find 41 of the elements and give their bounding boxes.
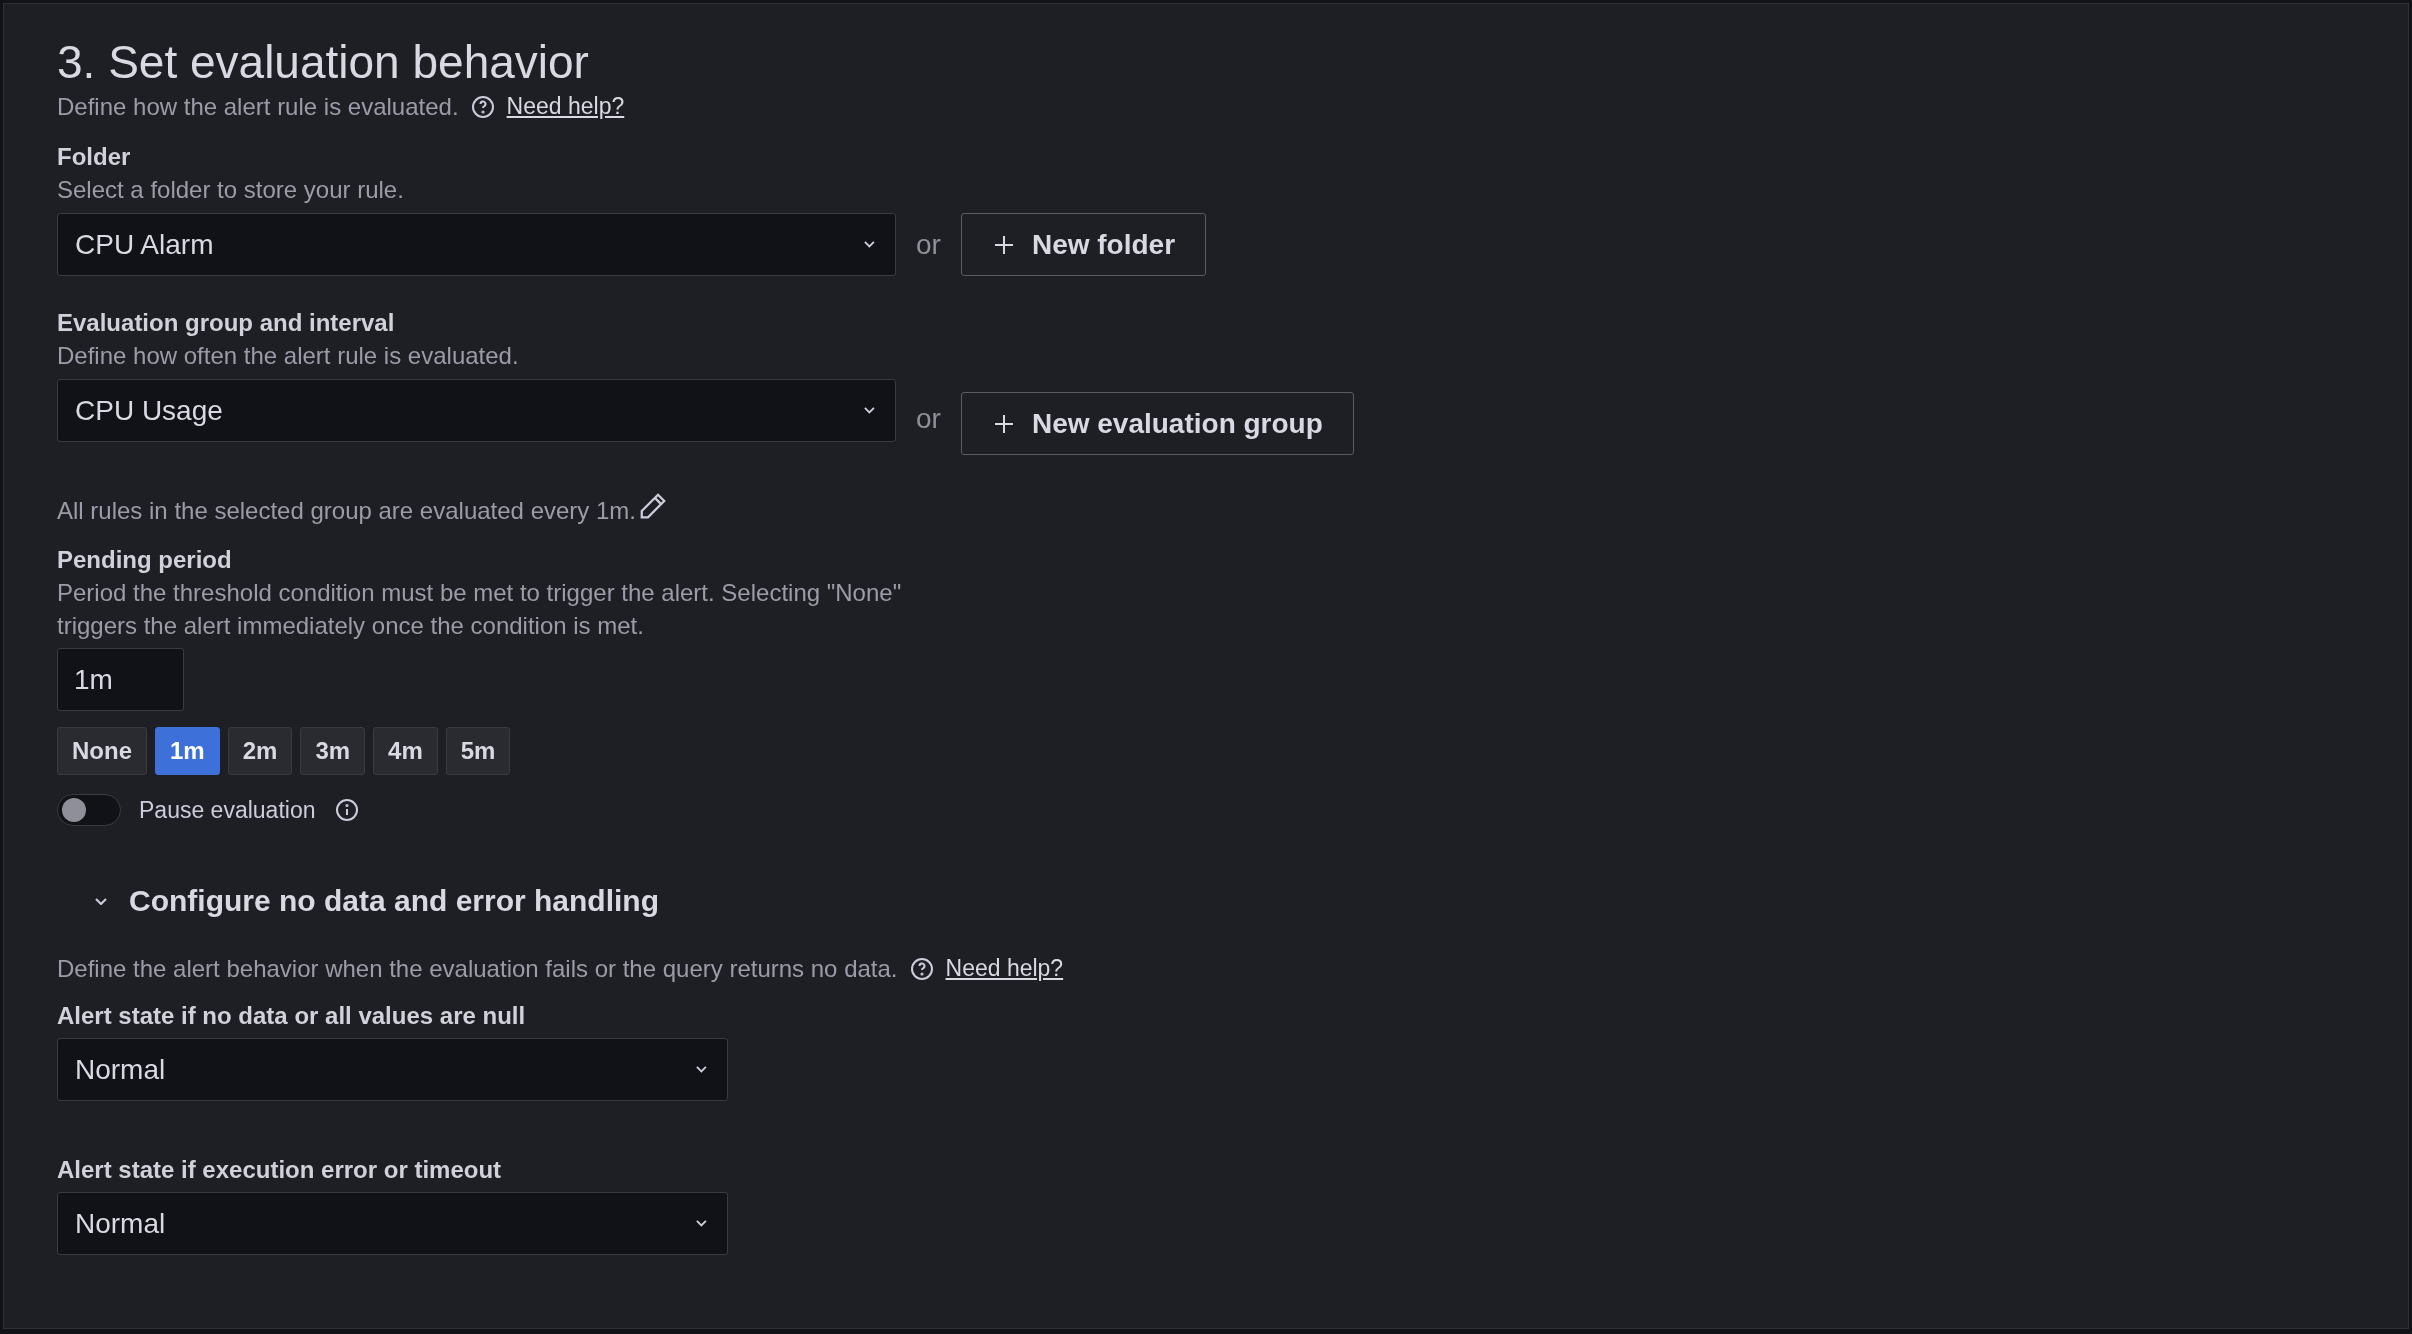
folder-select[interactable]: CPU Alarm bbox=[57, 213, 896, 276]
alert-state-label: Alert state if no data or all values are null bbox=[57, 1001, 527, 1031]
pending-period-option[interactable]: None bbox=[57, 727, 147, 775]
alert-state-select[interactable]: Normal bbox=[57, 1038, 728, 1101]
pause-evaluation-label: Pause evaluation bbox=[139, 796, 316, 824]
alert-state-select[interactable]: Normal bbox=[57, 1192, 728, 1255]
chevron-down-icon bbox=[864, 241, 875, 248]
pending-period-option[interactable]: 5m bbox=[445, 727, 511, 775]
pending-period-label: Pending period bbox=[57, 545, 233, 575]
new-folder-button[interactable]: New folder bbox=[960, 213, 1207, 276]
pending-period-option[interactable]: 3m bbox=[300, 727, 366, 775]
interval-note: All rules in the selected group are evaluated every 1m. bbox=[57, 496, 636, 526]
no-data-description: Define the alert behavior when the evaluation fails or the query returns no data. bbox=[57, 954, 898, 984]
chevron-down-icon bbox=[864, 407, 875, 414]
or-text: or bbox=[916, 403, 941, 435]
alert-state-label: Alert state if execution error or timeout bbox=[57, 1155, 503, 1185]
pending-period-input[interactable]: 1m bbox=[57, 648, 184, 711]
pause-evaluation-toggle[interactable] bbox=[57, 794, 121, 826]
folder-description: Select a folder to store your rule. bbox=[57, 175, 405, 205]
evaluation-group-description: Define how often the alert rule is evaluated. bbox=[57, 341, 520, 371]
chevron-down-icon bbox=[696, 1066, 707, 1073]
evaluation-group-label: Evaluation group and interval bbox=[57, 308, 396, 338]
section-toggle[interactable]: Configure no data and error handling bbox=[57, 884, 659, 918]
section-title: 3. Set evaluation behavior bbox=[57, 35, 590, 90]
or-text: or bbox=[916, 228, 941, 261]
help-icon bbox=[470, 94, 495, 119]
pending-period-option[interactable]: 4m bbox=[373, 727, 438, 775]
help-link[interactable]: Need help? bbox=[945, 955, 1064, 982]
new-evaluation-group-button[interactable]: New evaluation group bbox=[960, 392, 1354, 455]
section-description: Define how the alert rule is evaluated. bbox=[57, 92, 459, 122]
help-icon bbox=[909, 956, 934, 981]
folder-label: Folder bbox=[57, 142, 132, 172]
pending-period-description: Period the threshold condition must be met to trigger the alert. Selecting "None" triggers the alert immediately once the condition is met. bbox=[57, 578, 903, 641]
info-icon bbox=[335, 798, 360, 822]
help-link[interactable]: Need help? bbox=[506, 93, 625, 120]
chevron-down-icon bbox=[696, 1220, 707, 1227]
pending-period-option[interactable]: 1m bbox=[155, 727, 220, 775]
pending-period-option[interactable]: 2m bbox=[227, 727, 293, 775]
chevron-down-icon bbox=[95, 897, 107, 905]
pencil-icon[interactable] bbox=[638, 491, 668, 521]
evaluation-group-select[interactable]: CPU Usage bbox=[57, 379, 896, 442]
